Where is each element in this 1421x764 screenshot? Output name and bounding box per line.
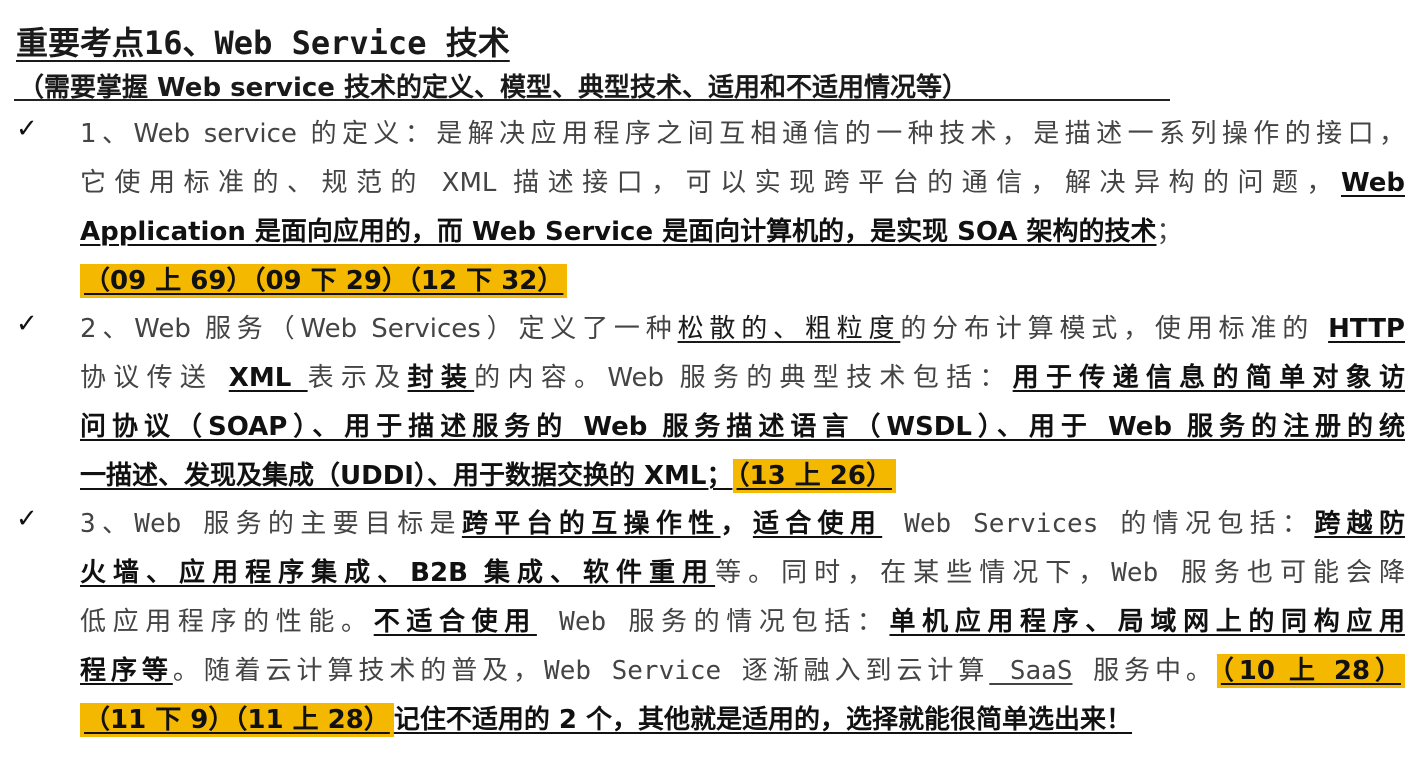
subtitle-underline	[14, 99, 1170, 101]
p2-line-3: 问协议（SOAP）、用于描述服务的 Web 服务描述语言（WSDL）、用于 We…	[80, 412, 1405, 442]
p2-bold-xml: XML	[228, 363, 308, 393]
list-item-2: 2、Web 服务（Web Services）定义了一种松散的、粗粒度的分布计算模…	[80, 305, 1405, 501]
document-page: 重要考点16、Web Service 技术 （需要掌握 Web service …	[0, 0, 1421, 764]
p3-bold-unsuitable-cases: 程序等	[80, 656, 173, 686]
p2-line-4: 一描述、发现及集成（UDDI）、用于数据交换的 XML； （13 上 26）	[80, 452, 1405, 501]
p2-bold-technologies: 用于传递信息的简单对象访	[1012, 363, 1405, 393]
p3-exam-reference: （11 下 9）（11 上 28）	[80, 703, 394, 737]
p3-text: 低应用程序的性能。	[80, 607, 374, 637]
p3-line-2: 火墙、应用程序集成、B2B 集成、软件重用等。同时，在某些情况下，Web 服务也…	[80, 549, 1405, 598]
p1-semicolon: ；	[1156, 217, 1183, 247]
p3-text: 3、Web 服务的主要目标是	[80, 509, 462, 539]
p2-bold-http: HTTP	[1328, 314, 1405, 344]
check-icon: ✓	[16, 114, 38, 144]
p3-bold-cases: 火墙、应用程序集成、B2B 集成、软件重用	[80, 558, 716, 588]
p1-exam-reference: （09 上 69）（09 下 29）（12 下 32）	[80, 264, 568, 298]
p1-line-1: 1、Web service 的定义：是解决应用程序之间互相通信的一种技术，是描述…	[80, 119, 1405, 149]
p3-line-5: （11 下 9）（11 上 28） 记住不适用的 2 个，其他就是适用的，选择就能…	[80, 696, 1405, 745]
p2-line-1: 2、Web 服务（Web Services）定义了一种松散的、粗粒度的分布计算模…	[80, 305, 1405, 354]
p3-bold-cases: 跨越防	[1314, 509, 1405, 539]
check-icon: ✓	[16, 309, 38, 339]
p3-line-1: 3、Web 服务的主要目标是跨平台的互操作性，适合使用 Web Services…	[80, 500, 1405, 549]
list-item-1: 1、Web service 的定义：是解决应用程序之间互相通信的一种技术，是描述…	[80, 110, 1405, 306]
check-icon: ✓	[16, 504, 38, 534]
list-item-3: 3、Web 服务的主要目标是跨平台的互操作性，适合使用 Web Services…	[80, 500, 1405, 745]
p3-exam-reference: （10 上 28）	[1216, 654, 1405, 688]
p3-bold-unsuitable: 不适合使用	[373, 607, 537, 637]
p3-bold-goal: 跨平台的互操作性	[461, 509, 721, 539]
p1-bold-web: Web	[1341, 168, 1405, 198]
p2-text: 协议传送	[80, 363, 229, 393]
p2-text: 的内容。Web 服务的典型技术包括：	[474, 363, 1013, 393]
p3-bold-suitable: 适合使用	[752, 509, 883, 539]
p2-bold-technologies: 一描述、发现及集成（UDDI）、用于数据交换的 XML；	[80, 461, 733, 491]
p3-text: Web 服务的情况包括：	[536, 607, 890, 637]
p3-text: 。随着云计算技术的普及，Web Service 逐渐融入到云计算	[172, 656, 990, 686]
p3-tip: 记住不适用的 2 个，其他就是适用的，选择就能很简单选出来！	[393, 705, 1133, 735]
p3-saas: SaaS	[989, 656, 1073, 686]
p3-text: 服务中。	[1072, 656, 1217, 686]
p2-underlined: 封装	[407, 363, 475, 393]
p3-text: 等。同时，在某些情况下，Web 服务也可能会降	[715, 558, 1405, 588]
p2-underlined: 松散的、粗粒度	[677, 314, 901, 344]
p2-text: 表示及	[307, 363, 408, 393]
p2-line-2: 协议传送 XML 表示及封装的内容。Web 服务的典型技术包括：用于传递信息的简…	[80, 354, 1405, 403]
p3-line-4: 程序等。随着云计算技术的普及，Web Service 逐渐融入到云计算 SaaS…	[80, 647, 1405, 696]
p1-text: 它使用标准的、规范的 XML 描述接口，可以实现跨平台的通信，解决异构的问题，	[80, 168, 1341, 198]
p1-bold-statement: Application 是面向应用的，而 Web Service 是面向计算机的…	[80, 217, 1157, 247]
p2-exam-reference: （13 上 26）	[732, 459, 896, 493]
page-title: 重要考点16、Web Service 技术	[16, 24, 510, 62]
p3-line-3: 低应用程序的性能。不适合使用 Web 服务的情况包括：单机应用程序、局域网上的同…	[80, 598, 1405, 647]
p1-line-4: （09 上 69）（09 下 29）（12 下 32）	[80, 257, 1405, 306]
p3-text: Web Services 的情况包括：	[882, 509, 1315, 539]
p2-text: 的分布计算模式，使用标准的	[900, 314, 1329, 344]
p3-comma: ，	[720, 509, 753, 539]
p3-bold-unsuitable-cases: 单机应用程序、局域网上的同构应用	[889, 607, 1405, 637]
p1-line-3: Application 是面向应用的，而 Web Service 是面向计算机的…	[80, 208, 1405, 257]
p1-line-2: 它使用标准的、规范的 XML 描述接口，可以实现跨平台的通信，解决异构的问题，W…	[80, 159, 1405, 208]
p2-text: 2、Web 服务（Web Services）定义了一种	[80, 314, 678, 344]
